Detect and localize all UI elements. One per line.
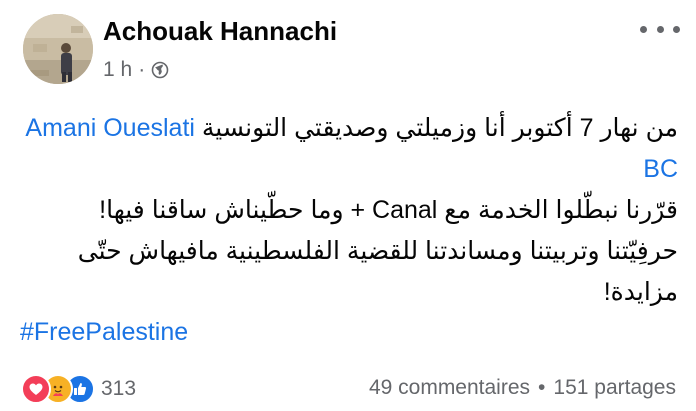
post-footer: 313 49 commentaires • 151 partages [0,368,696,408]
post-paragraph-2: قرّرنا نبطّلوا الخدمة مع Canal + وما حطّ… [99,196,678,224]
hashtag-link[interactable]: #FreePalestine [20,318,188,347]
reactions-summary[interactable]: 313 [21,374,136,404]
more-options-button[interactable] [640,18,680,40]
post-text-line1: من نهار 7 أكتوبر أنا وزميلتي وصديقتي الت… [194,114,678,142]
meta-separator: · [138,58,146,81]
love-icon [21,374,51,404]
post-text: من نهار 7 أكتوبر أنا وزميلتي وصديقتي الت… [20,108,678,313]
post-time[interactable]: 1 h [103,58,132,82]
globe-icon [151,61,169,79]
more-dot [673,25,680,33]
reaction-count: 313 [101,377,137,400]
post-meta: 1 h · [103,58,169,82]
author-name[interactable]: Achouak Hannachi [103,16,337,47]
comments-count-link[interactable]: 49 commentaires [369,376,530,400]
post-paragraph-3: حرفِيّتنا وتربيتنا ومساندتنا للقضية الفل… [77,237,678,306]
avatar-photo [23,14,93,84]
post-paragraph-1: من نهار 7 أكتوبر أنا وزميلتي وصديقتي الت… [20,108,678,190]
shares-count-link[interactable]: 151 partages [553,376,676,400]
stats-separator: • [538,376,546,399]
author-avatar[interactable] [23,14,93,84]
more-dot [640,25,647,33]
more-dot [656,25,664,33]
post-header: Achouak Hannachi 1 h · [0,0,696,90]
post-stats: 49 commentaires • 151 partages [369,376,676,400]
